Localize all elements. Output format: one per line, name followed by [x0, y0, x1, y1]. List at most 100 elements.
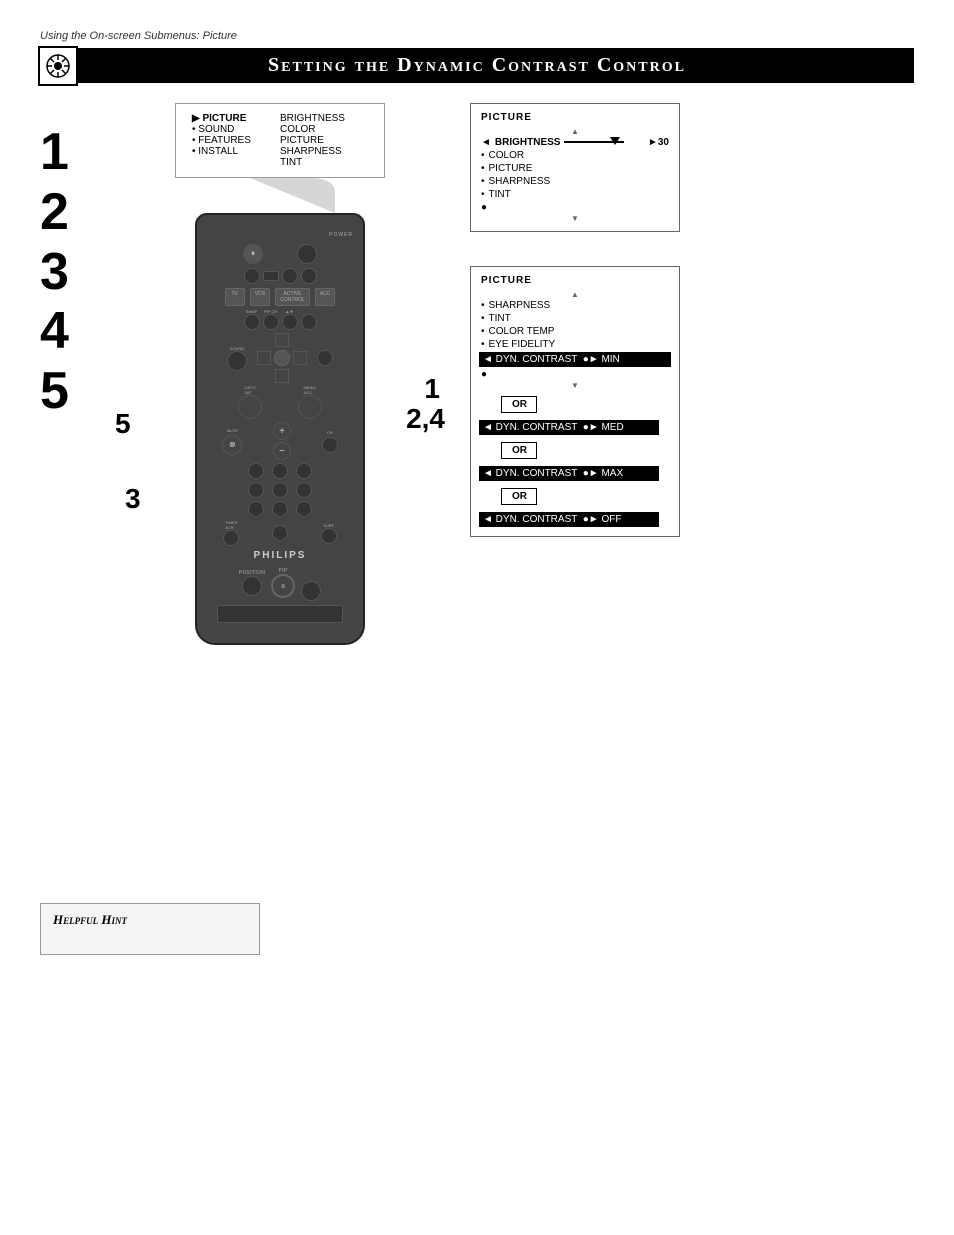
- step-3-overlay: 3: [125, 483, 141, 515]
- catv-button[interactable]: [238, 395, 262, 419]
- tint-label: TINT: [489, 189, 511, 200]
- or-box-2: OR: [501, 442, 537, 459]
- num-btn[interactable]: [296, 501, 312, 517]
- sharpness-item-2: • SHARPNESS: [481, 299, 669, 312]
- num-btn[interactable]: [272, 463, 288, 479]
- connector-arrow-svg: [175, 178, 385, 213]
- step-5-overlay: 5: [115, 408, 131, 440]
- extra-btn[interactable]: [272, 525, 288, 541]
- picture-item: • PICTURE: [481, 162, 669, 175]
- sound-button[interactable]: [227, 351, 247, 371]
- catv-row: CATV/SAT MENU/ACC: [207, 385, 353, 419]
- dot-item-2: ●: [481, 368, 669, 381]
- or-box-1: OR: [501, 396, 537, 413]
- timer-button[interactable]: [223, 530, 239, 546]
- nav-down[interactable]: [275, 369, 289, 383]
- onscreen-menu: ▶ PICTURE • SOUND • FEATURES • INSTALL B…: [175, 103, 385, 178]
- ch-button[interactable]: [322, 437, 338, 453]
- dyn-contrast-off-row: ◄ DYN. CONTRAST ●► OFF: [479, 512, 659, 527]
- menu-acc-button[interactable]: [298, 395, 322, 419]
- num-btn[interactable]: [272, 482, 288, 498]
- pause-button[interactable]: ⏸: [243, 244, 263, 264]
- stop-button[interactable]: [263, 271, 279, 281]
- num-btn[interactable]: [296, 463, 312, 479]
- picture-menu-2-title: PICTURE: [481, 275, 669, 286]
- step-2-4-overlay: 2,4: [406, 403, 445, 435]
- scroll-down-2: ▼: [481, 381, 669, 390]
- vol-ch-row: MUTE ⊗ + −: [207, 422, 353, 460]
- menu-sharpness: SHARPNESS: [280, 146, 368, 157]
- picture-label: PICTURE: [489, 163, 533, 174]
- step-3: 3: [40, 243, 120, 303]
- step-2: 2: [40, 183, 120, 243]
- picture-menu-1-title: PICTURE: [481, 112, 669, 123]
- active-control-button[interactable]: ACTIVECONTROL: [275, 288, 309, 306]
- power-label: POWER: [329, 232, 353, 238]
- nav-dpad: [257, 333, 307, 383]
- color-label: COLOR: [489, 150, 525, 161]
- swap-button[interactable]: [244, 314, 260, 330]
- source-row: TV VCR ACTIVECONTROL ACC: [207, 288, 353, 306]
- brightness-label: BRIGHTNESS: [495, 137, 561, 148]
- color-temp-item: • COLOR TEMP: [481, 325, 669, 338]
- brightness-bullet: ◄: [481, 137, 491, 148]
- nav-left[interactable]: [257, 351, 271, 365]
- menu-install: • INSTALL: [192, 146, 272, 157]
- num-btn[interactable]: [248, 501, 264, 517]
- pos-pip-row: POSITION PIP ⊕: [207, 565, 353, 601]
- dot-item: ●: [481, 201, 669, 214]
- title-bar: Setting the Dynamic Contrast Control: [40, 48, 914, 83]
- arrow-connector: [175, 178, 385, 213]
- num-btn[interactable]: [272, 501, 288, 517]
- menu-picture-selected: ▶ PICTURE: [192, 113, 272, 124]
- menu-button[interactable]: [317, 350, 333, 366]
- dyn-contrast-med-label: ◄ DYN. CONTRAST ●► MED: [483, 422, 624, 433]
- nav-center[interactable]: [274, 350, 290, 366]
- center-column: ▶ PICTURE • SOUND • FEATURES • INSTALL B…: [120, 103, 440, 645]
- num-btn[interactable]: [248, 482, 264, 498]
- menu-brightness: BRIGHTNESS: [280, 113, 368, 124]
- vol-minus-button[interactable]: −: [273, 442, 291, 460]
- num-btn[interactable]: [296, 482, 312, 498]
- step-4: 4: [40, 302, 120, 362]
- picture-menu-2: PICTURE ▲ • SHARPNESS • TINT • COLOR TEM…: [470, 266, 680, 537]
- pip-button[interactable]: ⊕: [271, 574, 295, 598]
- color-item: • COLOR: [481, 149, 669, 162]
- hint-title: Helpful Hint: [53, 912, 247, 928]
- power-button[interactable]: [297, 244, 317, 264]
- play-button[interactable]: [282, 268, 298, 284]
- position-button[interactable]: [242, 576, 262, 596]
- dyn-contrast-off-label: ◄ DYN. CONTRAST ●► OFF: [483, 514, 621, 525]
- pip-extra-button[interactable]: [301, 581, 321, 601]
- tint-label-2: TINT: [489, 313, 511, 324]
- ch-up-dn-button[interactable]: [282, 314, 298, 330]
- extra-button[interactable]: [301, 314, 317, 330]
- scroll-up-2: ▲: [481, 290, 669, 299]
- freeze-button[interactable]: ACC: [315, 288, 336, 306]
- nav-up[interactable]: [275, 333, 289, 347]
- numpad: [207, 463, 353, 517]
- vol-plus-button[interactable]: +: [273, 422, 291, 440]
- tv-button[interactable]: TV: [225, 288, 245, 306]
- pip-ch-button[interactable]: [263, 314, 279, 330]
- nav-right[interactable]: [293, 351, 307, 365]
- num-btn[interactable]: [248, 463, 264, 479]
- mute-button[interactable]: ⊗: [222, 435, 242, 455]
- page-subtitle: Using the On-screen Submenus: Picture: [40, 30, 914, 42]
- power-row: ⏸: [207, 244, 353, 264]
- vcr-button[interactable]: VCR: [250, 288, 271, 306]
- remote-control: POWER ⏸: [195, 213, 365, 645]
- dyn-contrast-min-row: ◄ DYN. CONTRAST ●► MIN: [479, 352, 671, 367]
- brightness-value: ►30: [648, 137, 669, 148]
- hint-box: Helpful Hint: [40, 903, 260, 955]
- surf-button[interactable]: [321, 528, 337, 544]
- menu-picture-sub: PICTURE: [280, 135, 368, 146]
- rew-button[interactable]: [244, 268, 260, 284]
- ff-button[interactable]: [301, 268, 317, 284]
- remote-bottom-slot: [217, 605, 343, 623]
- sound-row: SOUND: [207, 333, 353, 383]
- page-header: Using the On-screen Submenus: Picture: [40, 30, 914, 42]
- menu-tint: TINT: [280, 157, 368, 168]
- brand-label: PHILIPS: [207, 550, 353, 561]
- color-temp-label: COLOR TEMP: [489, 326, 555, 337]
